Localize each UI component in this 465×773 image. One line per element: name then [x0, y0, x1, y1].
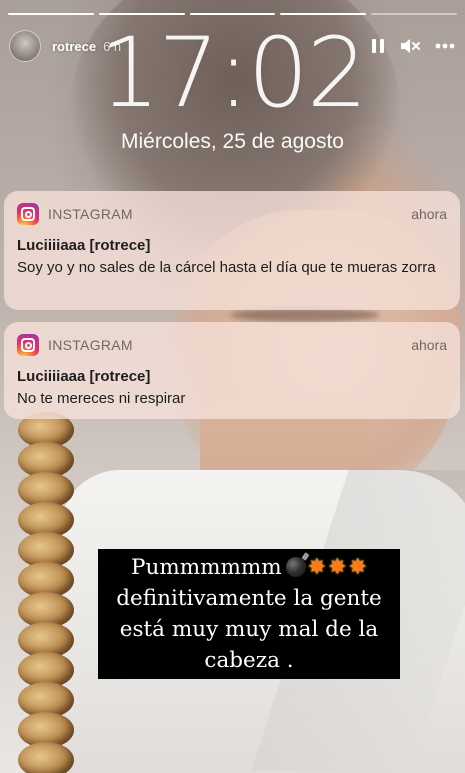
caption-line: está muy muy mal de la [119, 617, 379, 642]
story-progress-segment [98, 13, 185, 15]
notification-body: No te mereces ni respirar [17, 390, 186, 407]
notification-card[interactable]: INSTAGRAM ahora Luciiiiaaa [rotrece] No … [4, 322, 460, 419]
notification-header: INSTAGRAM ahora [17, 333, 447, 357]
instagram-icon [17, 203, 39, 225]
story-progress-segment [189, 13, 276, 15]
story-progress-segment-current [371, 13, 457, 15]
story-text-caption: Pummmmmm ✸✸✸ definitivamente la gente est… [98, 549, 400, 679]
notification-header: INSTAGRAM ahora [17, 202, 447, 226]
notification-body: Soy yo y no sales de la cárcel hasta el … [17, 259, 436, 276]
story-progress-segment [280, 13, 367, 15]
notification-time: ahora [411, 337, 447, 353]
notification-app-name: INSTAGRAM [48, 337, 133, 353]
lockscreen-clock: 17:02 [99, 17, 368, 129]
lockscreen-date: Miércoles, 25 de agosto [121, 130, 344, 153]
photo-braid [18, 412, 80, 773]
notification-app-name: INSTAGRAM [48, 206, 133, 222]
caption-line: definitivamente la gente [116, 586, 382, 611]
caption-line-text: Pummmmmm [131, 555, 282, 580]
collision-icon: ✸ [328, 555, 347, 580]
bomb-icon [285, 557, 306, 577]
collision-icon: ✸ [348, 555, 367, 580]
instagram-icon [17, 334, 39, 356]
story-progress-segment [8, 13, 94, 15]
notification-time: ahora [411, 206, 447, 222]
notification-title: Luciiiiaaa [rotrece] [17, 237, 151, 254]
story-progress-bars [8, 13, 457, 16]
notification-card[interactable]: INSTAGRAM ahora Luciiiiaaa [rotrece] Soy… [4, 191, 460, 310]
collision-icon: ✸ [307, 555, 327, 580]
caption-line: Pummmmmm ✸✸✸ [104, 552, 394, 583]
caption-line: cabeza . [204, 648, 294, 673]
notification-title: Luciiiiaaa [rotrece] [17, 368, 151, 385]
photo-eyes [230, 308, 380, 322]
